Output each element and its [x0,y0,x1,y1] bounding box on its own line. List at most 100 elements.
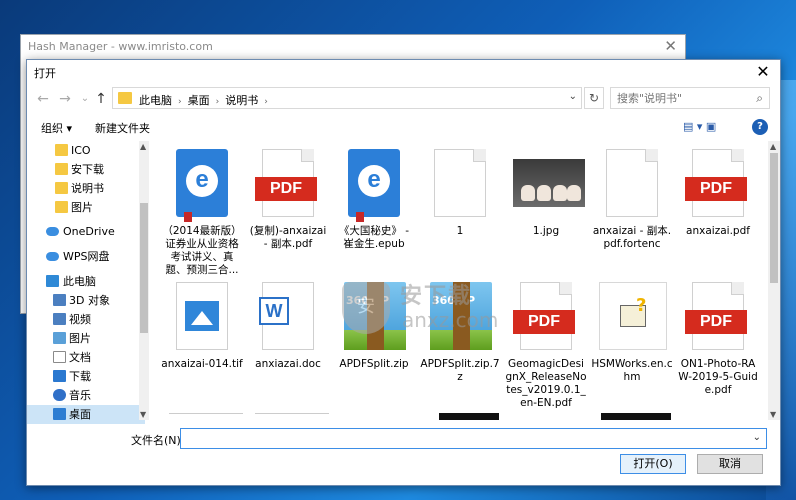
computer-icon [46,275,59,287]
scroll-down-icon[interactable]: ▼ [140,410,146,419]
file-list-scrollbar[interactable]: ▲ ▼ [768,141,780,420]
background-window-title: Hash Manager - www.imristo.com ✕ [21,35,685,59]
sidebar-item-label: 说明书 [71,182,104,195]
file-item-partial[interactable] [601,413,671,420]
scrollbar-thumb[interactable] [770,153,778,283]
downloads-icon [53,370,66,382]
sidebar-item-label: 图片 [69,332,91,345]
file-item[interactable]: PDF GeomagicDesignX_ReleaseNotes_v2019.0… [505,278,587,410]
forward-arrow-icon[interactable]: → [55,89,75,109]
help-icon[interactable]: ? [752,119,768,135]
chevron-down-icon[interactable]: ⌄ [569,91,577,102]
chevron-right-icon[interactable]: › [264,97,268,107]
filename-combobox: ⌄ [180,428,767,449]
desktop-icon [53,408,66,420]
file-item[interactable]: 1.jpg [505,145,587,277]
scrollbar-thumb[interactable] [140,203,148,333]
folder-icon [55,201,68,213]
sidebar-item-label: 此电脑 [63,275,96,288]
word-document-icon: W [259,282,314,350]
command-bar: 组织 ▾ 新建文件夹 ▤ ▾ ▣ ? [27,115,780,141]
file-item[interactable]: PDF (复制)-anxaizai - 副本.pdf [247,145,329,277]
image-thumbnail [513,159,585,207]
question-mark-icon: ? [636,295,647,316]
sidebar-item-manual[interactable]: 说明书 [27,179,145,198]
file-name: 1 [456,225,464,237]
cancel-button[interactable]: 取消 [697,454,763,474]
up-arrow-icon[interactable]: ↑ [91,89,111,109]
breadcrumb: 此电脑 › 桌面 › 说明书 › [139,92,274,108]
sidebar-item-documents[interactable]: 文档 [27,348,145,367]
breadcrumb-manual[interactable]: 说明书 [225,94,258,107]
file-item[interactable]: PDF ON1-Photo-RAW-2019-5-Guide.pdf [677,278,759,410]
onedrive-icon [46,227,59,236]
sidebar-item-downloads[interactable]: 下载 [27,367,145,386]
sidebar-item-label: 视频 [69,313,91,326]
sidebar-item-anxiazai[interactable]: 安下载 [27,160,145,179]
chevron-down-icon[interactable]: ⌄ [753,432,761,443]
sidebar-item-desktop[interactable]: 桌面 [27,405,145,424]
address-bar[interactable]: 此电脑 › 桌面 › 说明书 › ⌄ [112,87,582,109]
sidebar-item-pictures-folder[interactable]: 图片 [27,198,145,217]
sidebar-item-label: 下载 [69,370,91,383]
file-item[interactable]: 360ZIP APDFSplit.zip.7z [419,278,501,410]
close-icon[interactable]: ✕ [752,61,774,83]
file-name: HSMWorks.en.chm [591,358,673,383]
chevron-right-icon[interactable]: › [178,97,182,107]
pictures-icon [53,332,66,344]
breadcrumb-desktop[interactable]: 桌面 [188,94,210,107]
close-icon[interactable]: ✕ [664,37,677,55]
file-item[interactable]: e 《大国秘史》 - 崔金生.epub [333,145,415,277]
file-item[interactable]: anxaizai-014.tif [161,278,243,410]
3d-objects-icon [53,294,66,306]
filename-input[interactable] [181,429,741,448]
mountain-icon [191,311,213,325]
sidebar-item-3d-objects[interactable]: 3D 对象 [27,291,145,310]
chevron-right-icon[interactable]: › [216,97,220,107]
video-icon [53,313,66,325]
sidebar-item-ico[interactable]: ICO [27,141,145,160]
file-item-partial[interactable] [169,413,243,420]
file-name: ON1-Photo-RAW-2019-5-Guide.pdf [678,358,758,396]
open-button[interactable]: 打开(O) [620,454,686,474]
file-item[interactable]: 360ZIP APDFSplit.zip [333,278,415,410]
organize-button[interactable]: 组织 ▾ [41,120,72,136]
file-item[interactable]: PDF anxaizai.pdf [677,145,759,277]
scroll-up-icon[interactable]: ▲ [770,142,776,151]
search-input[interactable] [611,88,741,108]
sidebar-item-videos[interactable]: 视频 [27,310,145,329]
archive-icon: 360ZIP [430,282,492,350]
sidebar-item-this-pc[interactable]: 此电脑 [27,272,145,291]
sidebar-item-pictures[interactable]: 图片 [27,329,145,348]
refresh-button[interactable]: ↻ [584,87,604,109]
music-icon [53,389,66,401]
sidebar-item-onedrive[interactable]: OneDrive [27,222,145,241]
ebook-badge: e [186,165,218,197]
pdf-icon: PDF [685,149,747,217]
file-item-partial[interactable] [255,413,329,420]
back-arrow-icon[interactable]: ← [33,89,53,109]
scroll-up-icon[interactable]: ▲ [140,142,146,151]
file-name: （2014最新版）证券业从业资格考试讲义、真题、预测三合... [162,225,242,276]
sidebar-item-music[interactable]: 音乐 [27,386,145,405]
file-item[interactable]: W anxiazai.doc [247,278,329,410]
file-item[interactable]: 1 [419,145,501,277]
archive-icon: 360ZIP [344,282,406,350]
search-icon[interactable]: ⌕ [756,91,763,106]
file-item-partial[interactable] [439,413,499,420]
file-item[interactable]: e （2014最新版）证券业从业资格考试讲义、真题、预测三合... [161,145,243,277]
view-options-icon[interactable]: ▤ ▾ ▣ [683,120,716,133]
file-item[interactable]: ? HSMWorks.en.chm [591,278,673,410]
file-name: anxaizai - 副本.pdf.fortenc [592,225,672,250]
sidebar-item-label: 音乐 [69,389,91,402]
breadcrumb-this-pc[interactable]: 此电脑 [139,94,172,107]
sidebar-item-label: 文档 [69,351,91,364]
file-name: (复制)-anxaizai - 副本.pdf [249,225,327,250]
file-item[interactable]: anxaizai - 副本.pdf.fortenc [591,145,673,277]
scroll-down-icon[interactable]: ▼ [770,410,776,419]
navigation-scrollbar[interactable]: ▲ ▼ [139,141,149,420]
new-folder-button[interactable]: 新建文件夹 [95,120,150,136]
sidebar-item-wps[interactable]: WPS网盘 [27,247,145,266]
pdf-badge: PDF [513,310,575,334]
sidebar-item-label: 安下载 [71,163,104,176]
